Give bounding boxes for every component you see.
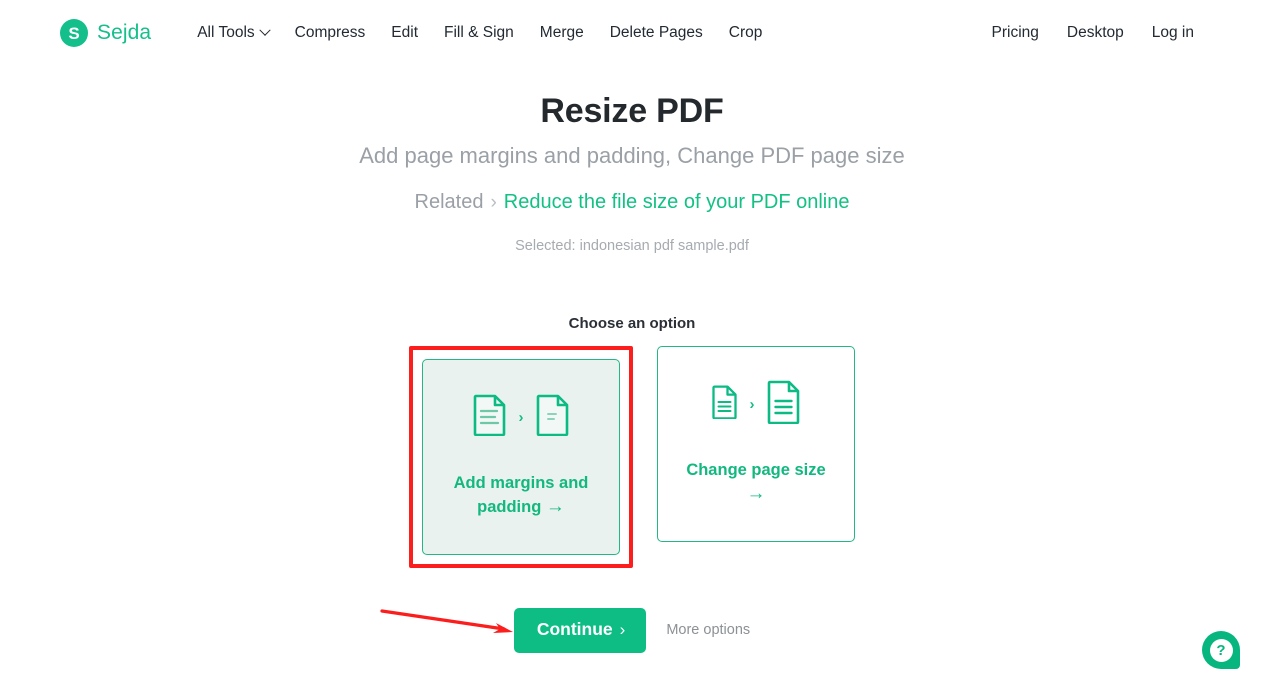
page-subtitle: Add page margins and padding, Change PDF… [359, 143, 905, 168]
document-large-icon [767, 380, 801, 429]
document-many-lines-icon [473, 394, 507, 441]
choose-an-option-heading: Choose an option [568, 315, 696, 332]
arrow-right-icon: → [545, 496, 565, 518]
hero-section: Resize PDF Add page margins and padding,… [0, 92, 1264, 254]
option-card-label: Add margins and padding → [423, 472, 619, 520]
related-row: Related › Reduce the file size of your P… [0, 191, 1264, 214]
nav-item-pricing[interactable]: Pricing [992, 24, 1039, 42]
secondary-nav: Pricing Desktop Log in [992, 24, 1195, 42]
nav-item-desktop[interactable]: Desktop [1067, 24, 1124, 42]
nav-item-fill-and-sign[interactable]: Fill & Sign [444, 24, 514, 42]
option-card-label-text: Change page size [686, 461, 826, 479]
nav-item-login[interactable]: Log in [1152, 24, 1194, 42]
option-card-add-margins-and-padding[interactable]: › Add margins and padding → [422, 359, 620, 555]
option-card-change-page-size[interactable]: › Change page size → [657, 346, 855, 542]
document-few-lines-icon [536, 394, 570, 441]
nav-item-label: All Tools [197, 24, 255, 41]
continue-button-label: Continue [536, 619, 613, 639]
page-title: Resize PDF [540, 92, 724, 130]
document-small-icon [711, 384, 738, 424]
continue-button[interactable]: Continue › [513, 608, 647, 653]
chevron-down-icon [258, 24, 271, 36]
related-label: Related [414, 191, 484, 213]
nav-item-all-tools[interactable]: All Tools [197, 24, 271, 42]
nav-item-delete-pages[interactable]: Delete Pages [610, 24, 703, 42]
brand-name: Sejda [97, 21, 152, 44]
highlight-annotation-box: › Add margins and padding → [409, 346, 633, 568]
sejda-s-icon: S [60, 19, 88, 47]
nav-item-edit[interactable]: Edit [391, 24, 418, 42]
arrow-right-icon: → [746, 483, 766, 505]
brand-logo[interactable]: S Sejda [60, 19, 151, 47]
site-header: S Sejda All Tools Compress Edit Fill & S… [0, 0, 1264, 66]
option-card-wrapper-change-page-size: › Change page size → [657, 346, 855, 542]
chevron-right-icon: › [490, 191, 497, 213]
chevron-right-icon: › [619, 620, 626, 640]
selected-file-label: Selected: indonesian pdf sample.pdf [515, 238, 749, 254]
arrow-separator-icon: › [749, 395, 755, 413]
option-icon-pair: › [711, 375, 801, 433]
option-card-label-text: Add margins and padding [453, 474, 589, 517]
primary-nav: All Tools Compress Edit Fill & Sign Merg… [197, 24, 762, 42]
option-icon-pair: › [473, 388, 570, 446]
nav-item-merge[interactable]: Merge [540, 24, 584, 42]
related-link[interactable]: Reduce the file size of your PDF online [504, 191, 850, 214]
more-options-link[interactable]: More options [666, 622, 750, 638]
cta-row: Continue › More options [0, 608, 1264, 653]
option-cards: › Add margins and padding → › Change pag… [0, 346, 1264, 568]
nav-item-compress[interactable]: Compress [295, 24, 366, 42]
option-card-label: Change page size → [658, 459, 854, 507]
help-button[interactable]: ? [1202, 631, 1240, 669]
question-mark-icon: ? [1209, 638, 1233, 662]
options-section: Choose an option › Add margins and paddi… [0, 315, 1264, 568]
nav-item-crop[interactable]: Crop [729, 24, 763, 42]
arrow-separator-icon: › [518, 408, 524, 426]
